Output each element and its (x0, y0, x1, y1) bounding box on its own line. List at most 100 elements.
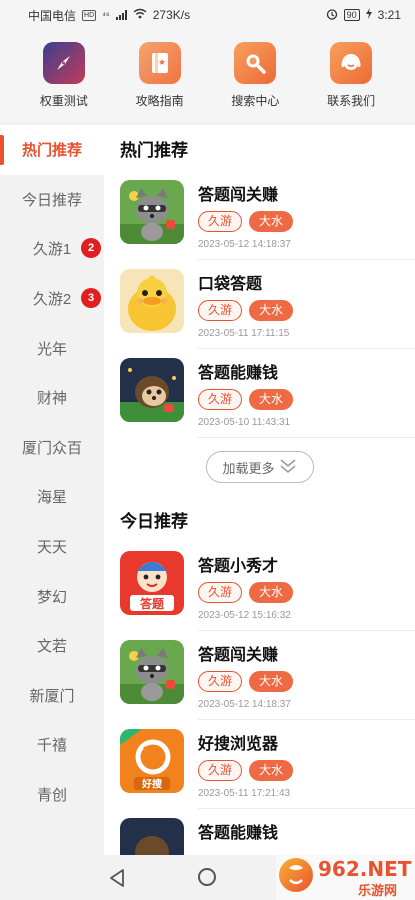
list-item[interactable]: 答题 答题小秀才 久游 大水 2023-05-12 15:16:32 (104, 542, 415, 631)
thumbnail-text: 好搜 (141, 778, 163, 791)
app-name: 答题能赚钱 (198, 825, 279, 842)
category-sidebar: 热门推荐 今日推荐 久游1 2 久游2 3 光年 财神 厦门众百 海星 天天 梦幻 … (0, 125, 104, 855)
top-nav-label: 攻略指南 (135, 94, 184, 108)
hd-icon: HD (82, 9, 97, 21)
app-timestamp: 2023-05-12 14:18:37 (198, 239, 291, 250)
sidebar-item-xiamen-zhongbai[interactable]: 厦门众百 (0, 423, 104, 473)
load-more-label: 加载更多 (222, 460, 275, 476)
sidebar-item-haixing[interactable]: 海星 (0, 472, 104, 522)
app-info: 答题闯关赚 久游 大水 2023-05-12 14:18:37 (198, 175, 415, 260)
sidebar-item-guangnian[interactable]: 光年 (0, 323, 104, 373)
sidebar-item-label: 新厦门 (29, 687, 75, 705)
list-item[interactable]: 答题闯关赚 久游 大水 2023-05-12 14:18:37 (104, 631, 415, 720)
sidebar-item-xin-xiamen[interactable]: 新厦门 (0, 671, 104, 721)
top-nav: 权重测试 攻略指南 搜索中心 联系我们 (0, 30, 415, 122)
tag-dashui: 大水 (249, 582, 294, 603)
carrier-name: 中国电信 (28, 8, 77, 23)
list-item[interactable]: 答题闯关赚 久游 大水 2023-05-12 14:18:37 (104, 171, 415, 260)
load-more-wrap: 加载更多 (104, 438, 415, 496)
load-more-button[interactable]: 加载更多 (205, 451, 314, 483)
tag-jiuyou: 久游 (198, 300, 243, 321)
tag-dashui: 大水 (249, 389, 294, 410)
list-item[interactable]: 答题能赚钱 久游 大水 2023-05-10 11:43:31 (104, 349, 415, 438)
sidebar-item-label: 梦幻 (36, 588, 67, 606)
tag-dashui: 大水 (249, 671, 294, 692)
sidebar-item-label: 久游1 (32, 241, 72, 259)
watermark-sub: 乐游网 (358, 883, 397, 899)
top-nav-search[interactable]: 搜索中心 (215, 42, 295, 122)
sidebar-item-qianxi[interactable]: 千禧 (0, 720, 104, 770)
app-info: 口袋答题 久游 大水 2023-05-11 17:11:15 (198, 264, 415, 349)
sidebar-item-label: 光年 (36, 340, 67, 358)
tag-jiuyou: 久游 (198, 671, 243, 692)
charging-icon (365, 8, 372, 22)
app-thumbnail (120, 640, 184, 704)
tag-jiuyou: 久游 (198, 582, 243, 603)
list-item[interactable]: 答题能赚钱 (104, 809, 415, 855)
sidebar-item-jiuyou1[interactable]: 久游1 2 (0, 224, 104, 274)
tag-dashui: 大水 (249, 300, 294, 321)
app-info: 答题小秀才 久游 大水 2023-05-12 15:16:32 (198, 546, 415, 631)
alarm-icon (326, 8, 338, 23)
app-info: 好搜浏览器 久游 大水 2023-05-11 17:21:43 (198, 724, 415, 809)
top-nav-contact[interactable]: 联系我们 (311, 42, 391, 122)
top-nav-guide[interactable]: 攻略指南 (120, 42, 200, 122)
watermark-brand: 962.NET (318, 857, 412, 881)
sidebar-item-hot[interactable]: 热门推荐 (0, 125, 104, 175)
sidebar-item-label: 海星 (36, 489, 67, 507)
app-name: 口袋答题 (198, 276, 263, 293)
tag-jiuyou: 久游 (198, 389, 243, 410)
tag-dashui: 大水 (249, 211, 294, 232)
sidebar-item-today[interactable]: 今日推荐 (0, 175, 104, 225)
wifi-icon (133, 8, 147, 22)
sidebar-item-caishen[interactable]: 财神 (0, 373, 104, 423)
sidebar-item-label: 热门推荐 (21, 142, 82, 160)
tag-jiuyou: 久游 (198, 211, 243, 232)
sidebar-item-qingchuang[interactable]: 青创 (0, 770, 104, 820)
app-thumbnail (120, 818, 184, 855)
back-triangle-icon[interactable] (108, 868, 126, 893)
status-bar: 中国电信 HD ⁴⁶ 273K/s 90 3:21 (0, 0, 415, 30)
app-info: 答题闯关赚 久游 大水 2023-05-12 14:18:37 (198, 635, 415, 720)
sidebar-item-menghuan[interactable]: 梦幻 (0, 571, 104, 621)
network-type: ⁴⁶ (102, 10, 110, 20)
list-item[interactable]: 口袋答题 久游 大水 2023-05-11 17:11:15 (104, 260, 415, 349)
network-speed: 273K/s (152, 8, 191, 22)
sidebar-item-label: 厦门众百 (21, 439, 82, 457)
top-nav-label: 权重测试 (39, 94, 88, 108)
customer-service-icon (330, 42, 373, 84)
home-circle-icon[interactable] (198, 868, 216, 886)
app-thumbnail: 好搜 (120, 729, 184, 793)
sidebar-item-label: 今日推荐 (21, 191, 82, 209)
sidebar-item-label: 久游2 (32, 291, 72, 309)
app-name: 答题闯关赚 (198, 647, 279, 664)
double-chevron-down-icon (279, 458, 297, 477)
sidebar-item-tiantian[interactable]: 天天 (0, 522, 104, 572)
sidebar-item-wenruo[interactable]: 文若 (0, 621, 104, 671)
count-badge: 2 (81, 238, 101, 259)
app-timestamp: 2023-05-11 17:11:15 (198, 328, 290, 339)
signal-icon (115, 10, 127, 20)
sidebar-item-jiuyou2[interactable]: 久游2 3 (0, 274, 104, 324)
list-item[interactable]: 好搜 好搜浏览器 久游 大水 2023-05-11 17:21:43 (104, 720, 415, 809)
app-name: 好搜浏览器 (198, 736, 279, 753)
sidebar-item-label: 青创 (36, 787, 67, 805)
app-name: 答题能赚钱 (198, 365, 279, 382)
app-timestamp: 2023-05-12 15:16:32 (198, 610, 291, 621)
sidebar-item-label: 天天 (36, 539, 67, 557)
sidebar-item-label: 千禧 (36, 737, 67, 755)
section-title: 热门推荐 (120, 140, 188, 160)
section-title: 今日推荐 (120, 511, 188, 531)
top-nav-label: 联系我们 (327, 94, 376, 108)
top-nav-weight-test[interactable]: 权重测试 (24, 42, 104, 122)
app-thumbnail (120, 269, 184, 333)
app-list-panel: 热门推荐 答题闯关赚 久游 大水 2023-05-12 14:18:37 口袋答题… (104, 125, 415, 855)
app-name: 答题闯关赚 (198, 187, 279, 204)
app-thumbnail: 答题 (120, 551, 184, 615)
app-timestamp: 2023-05-12 14:18:37 (198, 699, 291, 710)
sidebar-item-label: 财神 (36, 390, 67, 408)
app-thumbnail (120, 358, 184, 422)
app-name: 答题小秀才 (198, 558, 279, 575)
search-icon (234, 42, 277, 84)
app-thumbnail (120, 180, 184, 244)
